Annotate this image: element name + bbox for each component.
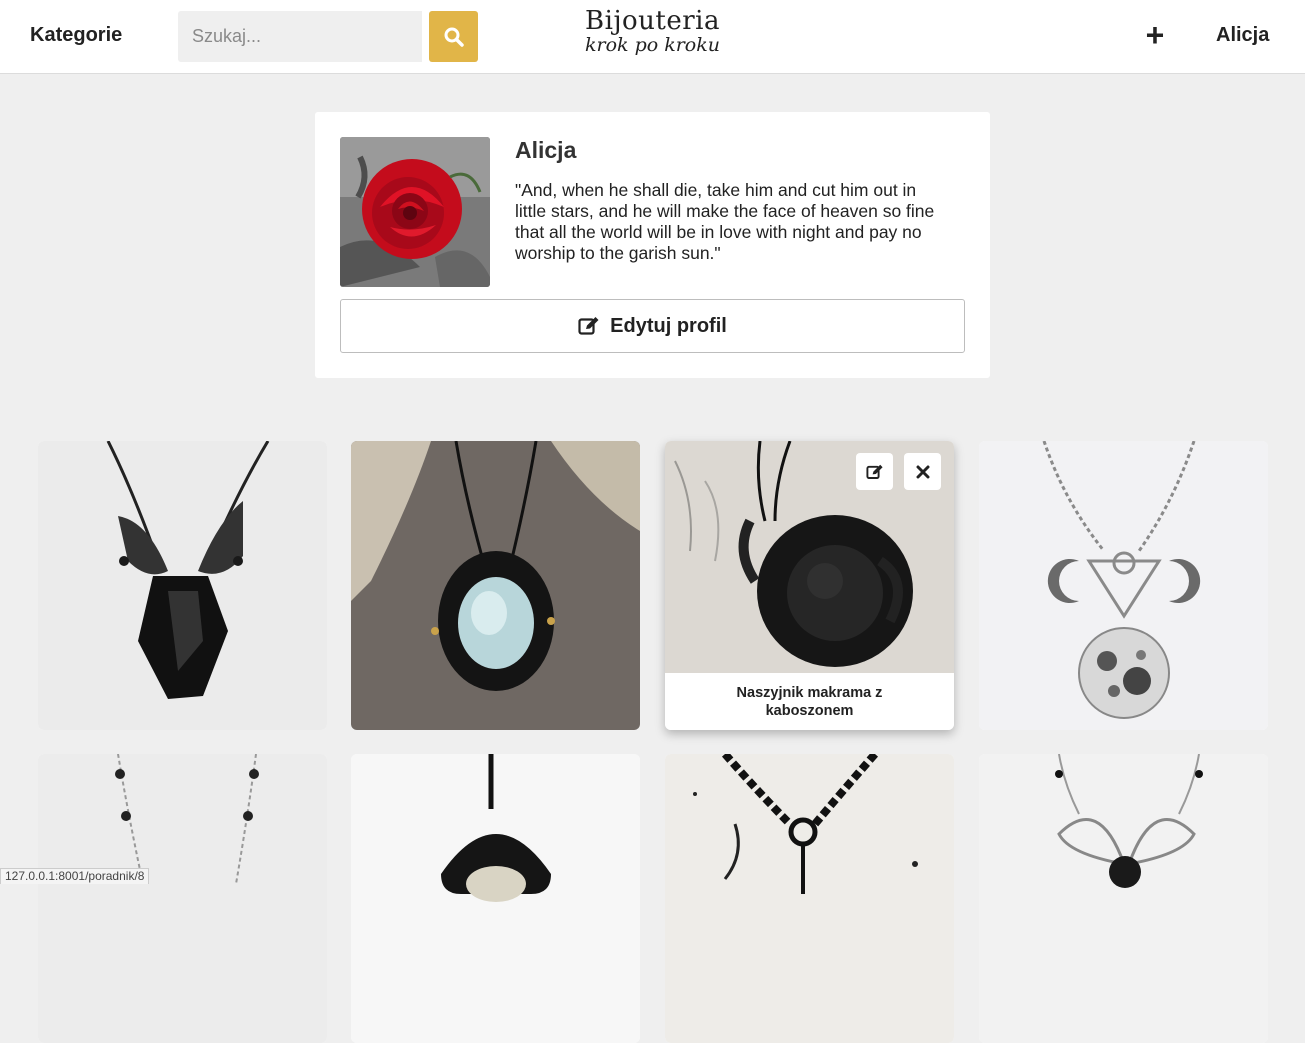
tutorial-image [38, 754, 327, 1043]
tutorial-image [38, 441, 327, 730]
site-logo[interactable]: Bijouteria krok po kroku [570, 8, 735, 55]
top-navbar: Kategorie Bijouteria krok po kroku + Ali… [0, 0, 1305, 74]
search-input[interactable] [178, 11, 422, 62]
browser-status-url: 127.0.0.1:8001/poradnik/8 [0, 868, 150, 884]
delete-tutorial-button[interactable] [904, 453, 941, 490]
edit-profile-button[interactable]: Edytuj profil [340, 299, 965, 353]
tutorial-card[interactable] [38, 441, 327, 730]
logo-subtitle: krok po kroku [584, 34, 720, 56]
tutorial-card[interactable] [351, 754, 640, 1043]
search-button[interactable] [429, 11, 478, 62]
logo-title: Bijouteria [585, 6, 720, 36]
tutorial-card[interactable] [351, 441, 640, 730]
tutorial-title: Naszyjnik makrama z kaboszonem [665, 673, 954, 730]
edit-tutorial-button[interactable] [856, 453, 893, 490]
add-tutorial-button[interactable]: + [1140, 16, 1170, 54]
search-icon [444, 27, 464, 47]
avatar [340, 137, 490, 287]
tutorial-image [351, 754, 640, 1043]
edit-icon [578, 317, 599, 335]
tutorial-card[interactable] [979, 441, 1268, 730]
tutorial-card[interactable] [665, 754, 954, 1043]
tutorial-card[interactable] [979, 754, 1268, 1043]
close-icon [916, 465, 929, 478]
tutorial-image [665, 754, 954, 1043]
tutorial-image [351, 441, 640, 730]
profile-bio: "And, when he shall die, take him and cu… [515, 180, 935, 263]
edit-profile-label: Edytuj profil [610, 314, 727, 337]
tutorial-card[interactable] [38, 754, 327, 1043]
categories-menu-link[interactable]: Kategorie [30, 24, 122, 47]
tutorial-image [979, 754, 1268, 1043]
tutorial-image [979, 441, 1268, 730]
profile-name: Alicja [515, 137, 577, 163]
tutorial-card[interactable]: Naszyjnik makrama z kaboszonem [665, 441, 954, 730]
edit-icon [865, 464, 883, 479]
user-profile-link[interactable]: Alicja [1216, 24, 1269, 47]
profile-card: Alicja "And, when he shall die, take him… [315, 112, 990, 378]
